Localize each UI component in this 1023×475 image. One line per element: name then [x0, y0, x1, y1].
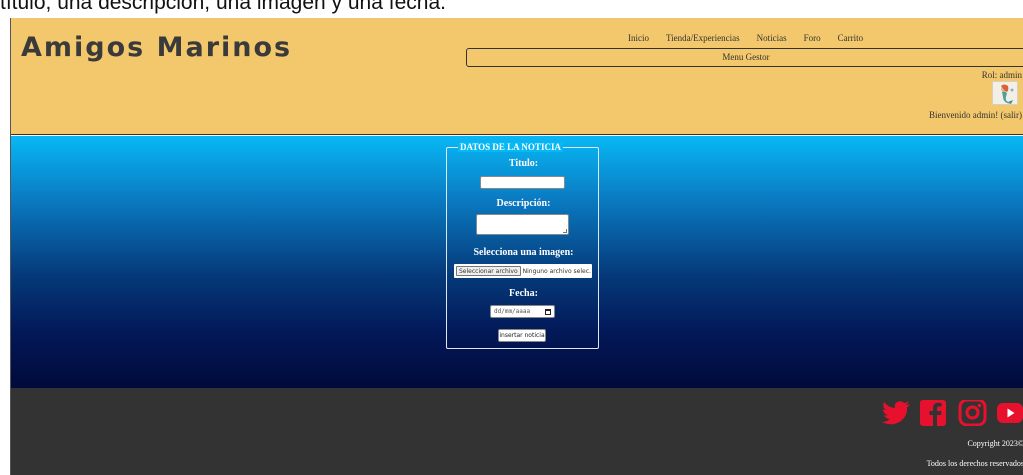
- browser-viewport: Amigos Marinos Inicio Tienda/Experiencia…: [10, 18, 1023, 475]
- insert-news-button[interactable]: insertar noticia: [498, 329, 546, 342]
- form-legend: DATOS DE LA NOTICIA: [458, 142, 563, 152]
- menu-gestor-button[interactable]: Menu Gestor: [466, 48, 1023, 67]
- welcome-logout-link[interactable]: Bienvenido admin! (salir): [929, 110, 1022, 120]
- nav-item-foro[interactable]: Foro: [804, 33, 821, 43]
- document-caption: título, una descripción, una imagen y un…: [0, 0, 446, 14]
- site-header: Amigos Marinos Inicio Tienda/Experiencia…: [11, 18, 1023, 135]
- title-label: Titulo:: [508, 158, 539, 169]
- mermaid-avatar-icon: [1001, 84, 1014, 104]
- main-content: DATOS DE LA NOTICIA Titulo: Descripción:…: [11, 136, 1023, 388]
- rights-text: Todos los derechos reservados: [926, 459, 1023, 468]
- description-label: Descripción:: [496, 198, 551, 209]
- user-role: Rol: admin: [981, 70, 1022, 80]
- date-label: Fecha:: [509, 288, 538, 299]
- facebook-icon[interactable]: [918, 400, 948, 426]
- instagram-icon[interactable]: [957, 400, 987, 426]
- copyright-text: Copyright 2023©: [967, 439, 1023, 448]
- select-file-button[interactable]: Seleccionar archivo: [456, 266, 521, 276]
- site-footer: Copyright 2023© Todos los derechos reser…: [11, 388, 1023, 475]
- image-file-input[interactable]: Seleccionar archivo Ninguno archivo sele…: [454, 264, 592, 278]
- description-textarea[interactable]: [476, 214, 569, 235]
- nav-item-tienda[interactable]: Tienda/Experiencias: [666, 33, 740, 43]
- site-logo[interactable]: Amigos Marinos: [21, 32, 292, 63]
- file-status-text: Ninguno archivo selec.: [522, 267, 591, 275]
- resize-grip-icon[interactable]: [563, 229, 567, 233]
- image-label: Selecciona una imagen:: [473, 247, 574, 258]
- nav-item-noticias[interactable]: Noticias: [757, 33, 787, 43]
- nav-item-carrito[interactable]: Carrito: [838, 33, 864, 43]
- twitter-icon[interactable]: [882, 400, 912, 426]
- youtube-icon[interactable]: [995, 400, 1023, 426]
- date-placeholder: dd/mm/aaaa: [494, 308, 531, 315]
- news-form-fieldset: DATOS DE LA NOTICIA Titulo: Descripción:…: [446, 142, 599, 349]
- avatar: [992, 81, 1018, 105]
- date-input[interactable]: dd/mm/aaaa: [490, 305, 555, 318]
- calendar-icon[interactable]: [545, 309, 551, 315]
- main-nav: Inicio Tienda/Experiencias Noticias Foro…: [628, 33, 863, 43]
- title-input[interactable]: [480, 176, 565, 189]
- nav-item-inicio[interactable]: Inicio: [628, 33, 649, 43]
